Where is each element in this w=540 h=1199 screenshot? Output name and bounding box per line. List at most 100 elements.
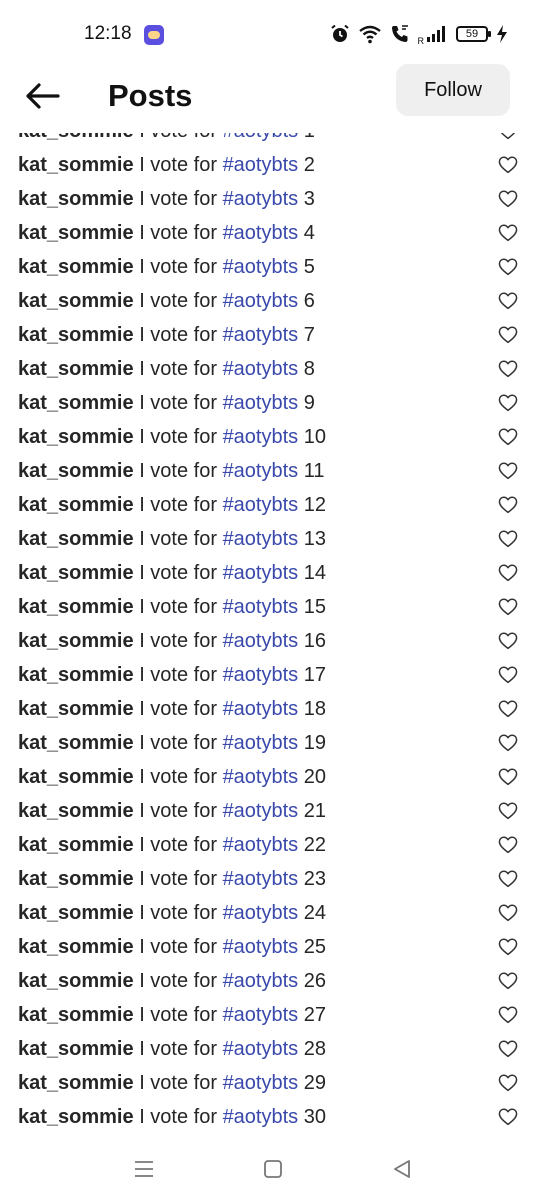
comment-row[interactable]: kat_sommie I vote for #aotybts 3 — [0, 182, 540, 216]
comment-row[interactable]: kat_sommie I vote for #aotybts 29 — [0, 1066, 540, 1100]
comment-username[interactable]: kat_sommie — [18, 766, 134, 788]
comment-username[interactable]: kat_sommie — [18, 1004, 134, 1026]
home-button[interactable] — [253, 1154, 293, 1184]
comment-hashtag[interactable]: #aotybts — [223, 1038, 299, 1060]
comment-row[interactable]: kat_sommie I vote for #aotybts 16 — [0, 624, 540, 658]
comment-row[interactable]: kat_sommie I vote for #aotybts 12 — [0, 488, 540, 522]
heart-icon[interactable] — [498, 156, 518, 174]
comment-row[interactable]: kat_sommie I vote for #aotybts 26 — [0, 964, 540, 998]
comment-hashtag[interactable]: #aotybts — [223, 494, 299, 516]
comment-row[interactable]: kat_sommie I vote for #aotybts 30 — [0, 1100, 540, 1133]
heart-icon[interactable] — [498, 360, 518, 378]
comment-hashtag[interactable]: #aotybts — [223, 664, 299, 686]
comment-row[interactable]: kat_sommie I vote for #aotybts 25 — [0, 930, 540, 964]
comment-row[interactable]: kat_sommie I vote for #aotybts 1 — [0, 133, 540, 148]
heart-icon[interactable] — [498, 1040, 518, 1058]
comment-hashtag[interactable]: #aotybts — [223, 800, 299, 822]
comment-username[interactable]: kat_sommie — [18, 358, 134, 380]
comment-username[interactable]: kat_sommie — [18, 732, 134, 754]
comment-row[interactable]: kat_sommie I vote for #aotybts 6 — [0, 284, 540, 318]
heart-icon[interactable] — [498, 564, 518, 582]
comment-username[interactable]: kat_sommie — [18, 630, 134, 652]
comment-hashtag[interactable]: #aotybts — [223, 358, 299, 380]
comment-hashtag[interactable]: #aotybts — [223, 324, 299, 346]
comment-hashtag[interactable]: #aotybts — [223, 596, 299, 618]
heart-icon[interactable] — [498, 1108, 518, 1126]
heart-icon[interactable] — [498, 802, 518, 820]
comment-username[interactable]: kat_sommie — [18, 1038, 134, 1060]
comment-username[interactable]: kat_sommie — [18, 664, 134, 686]
comment-hashtag[interactable]: #aotybts — [223, 290, 299, 312]
comment-hashtag[interactable]: #aotybts — [223, 936, 299, 958]
system-back-button[interactable] — [382, 1154, 422, 1184]
heart-icon[interactable] — [498, 462, 518, 480]
back-button[interactable] — [20, 74, 64, 118]
comment-row[interactable]: kat_sommie I vote for #aotybts 24 — [0, 896, 540, 930]
comment-username[interactable]: kat_sommie — [18, 256, 134, 278]
comment-hashtag[interactable]: #aotybts — [223, 1072, 299, 1094]
comment-username[interactable]: kat_sommie — [18, 970, 134, 992]
comment-row[interactable]: kat_sommie I vote for #aotybts 11 — [0, 454, 540, 488]
comment-username[interactable]: kat_sommie — [18, 222, 134, 244]
comment-row[interactable]: kat_sommie I vote for #aotybts 8 — [0, 352, 540, 386]
comment-username[interactable]: kat_sommie — [18, 494, 134, 516]
comment-username[interactable]: kat_sommie — [18, 154, 134, 176]
comment-hashtag[interactable]: #aotybts — [223, 902, 299, 924]
comment-list[interactable]: kat_sommie I vote for #aotybts 1 kat_somm… — [0, 133, 540, 1133]
heart-icon[interactable] — [498, 394, 518, 412]
heart-icon[interactable] — [498, 836, 518, 854]
comment-username[interactable]: kat_sommie — [18, 1106, 134, 1128]
follow-button[interactable]: Follow — [396, 64, 510, 116]
heart-icon[interactable] — [498, 292, 518, 310]
comment-row[interactable]: kat_sommie I vote for #aotybts 13 — [0, 522, 540, 556]
comment-row[interactable]: kat_sommie I vote for #aotybts 18 — [0, 692, 540, 726]
comment-username[interactable]: kat_sommie — [18, 460, 134, 482]
comment-hashtag[interactable]: #aotybts — [223, 392, 299, 414]
heart-icon[interactable] — [498, 700, 518, 718]
comment-row[interactable]: kat_sommie I vote for #aotybts 15 — [0, 590, 540, 624]
comment-row[interactable]: kat_sommie I vote for #aotybts 19 — [0, 726, 540, 760]
comment-hashtag[interactable]: #aotybts — [223, 732, 299, 754]
comment-username[interactable]: kat_sommie — [18, 868, 134, 890]
heart-icon[interactable] — [498, 598, 518, 616]
comment-row[interactable]: kat_sommie I vote for #aotybts 17 — [0, 658, 540, 692]
comment-username[interactable]: kat_sommie — [18, 324, 134, 346]
comment-row[interactable]: kat_sommie I vote for #aotybts 28 — [0, 1032, 540, 1066]
comment-row[interactable]: kat_sommie I vote for #aotybts 27 — [0, 998, 540, 1032]
comment-username[interactable]: kat_sommie — [18, 528, 134, 550]
comment-row[interactable]: kat_sommie I vote for #aotybts 23 — [0, 862, 540, 896]
heart-icon[interactable] — [498, 428, 518, 446]
comment-hashtag[interactable]: #aotybts — [223, 460, 299, 482]
comment-username[interactable]: kat_sommie — [18, 834, 134, 856]
comment-username[interactable]: kat_sommie — [18, 1072, 134, 1094]
comment-hashtag[interactable]: #aotybts — [223, 256, 299, 278]
comment-hashtag[interactable]: #aotybts — [223, 1004, 299, 1026]
comment-username[interactable]: kat_sommie — [18, 902, 134, 924]
comment-username[interactable]: kat_sommie — [18, 936, 134, 958]
heart-icon[interactable] — [498, 870, 518, 888]
heart-icon[interactable] — [498, 496, 518, 514]
heart-icon[interactable] — [498, 224, 518, 242]
comment-hashtag[interactable]: #aotybts — [223, 222, 299, 244]
comment-username[interactable]: kat_sommie — [18, 698, 134, 720]
comment-hashtag[interactable]: #aotybts — [223, 868, 299, 890]
heart-icon[interactable] — [498, 972, 518, 990]
comment-row[interactable]: kat_sommie I vote for #aotybts 5 — [0, 250, 540, 284]
comment-hashtag[interactable]: #aotybts — [223, 834, 299, 856]
comment-hashtag[interactable]: #aotybts — [223, 426, 299, 448]
heart-icon[interactable] — [498, 632, 518, 650]
heart-icon[interactable] — [498, 133, 518, 140]
heart-icon[interactable] — [498, 326, 518, 344]
comment-hashtag[interactable]: #aotybts — [223, 188, 299, 210]
heart-icon[interactable] — [498, 734, 518, 752]
comment-hashtag[interactable]: #aotybts — [223, 133, 299, 142]
heart-icon[interactable] — [498, 530, 518, 548]
menu-button[interactable] — [124, 1154, 164, 1184]
comment-hashtag[interactable]: #aotybts — [223, 630, 299, 652]
comment-row[interactable]: kat_sommie I vote for #aotybts 14 — [0, 556, 540, 590]
comment-username[interactable]: kat_sommie — [18, 290, 134, 312]
comment-hashtag[interactable]: #aotybts — [223, 698, 299, 720]
heart-icon[interactable] — [498, 768, 518, 786]
comment-username[interactable]: kat_sommie — [18, 188, 134, 210]
heart-icon[interactable] — [498, 666, 518, 684]
